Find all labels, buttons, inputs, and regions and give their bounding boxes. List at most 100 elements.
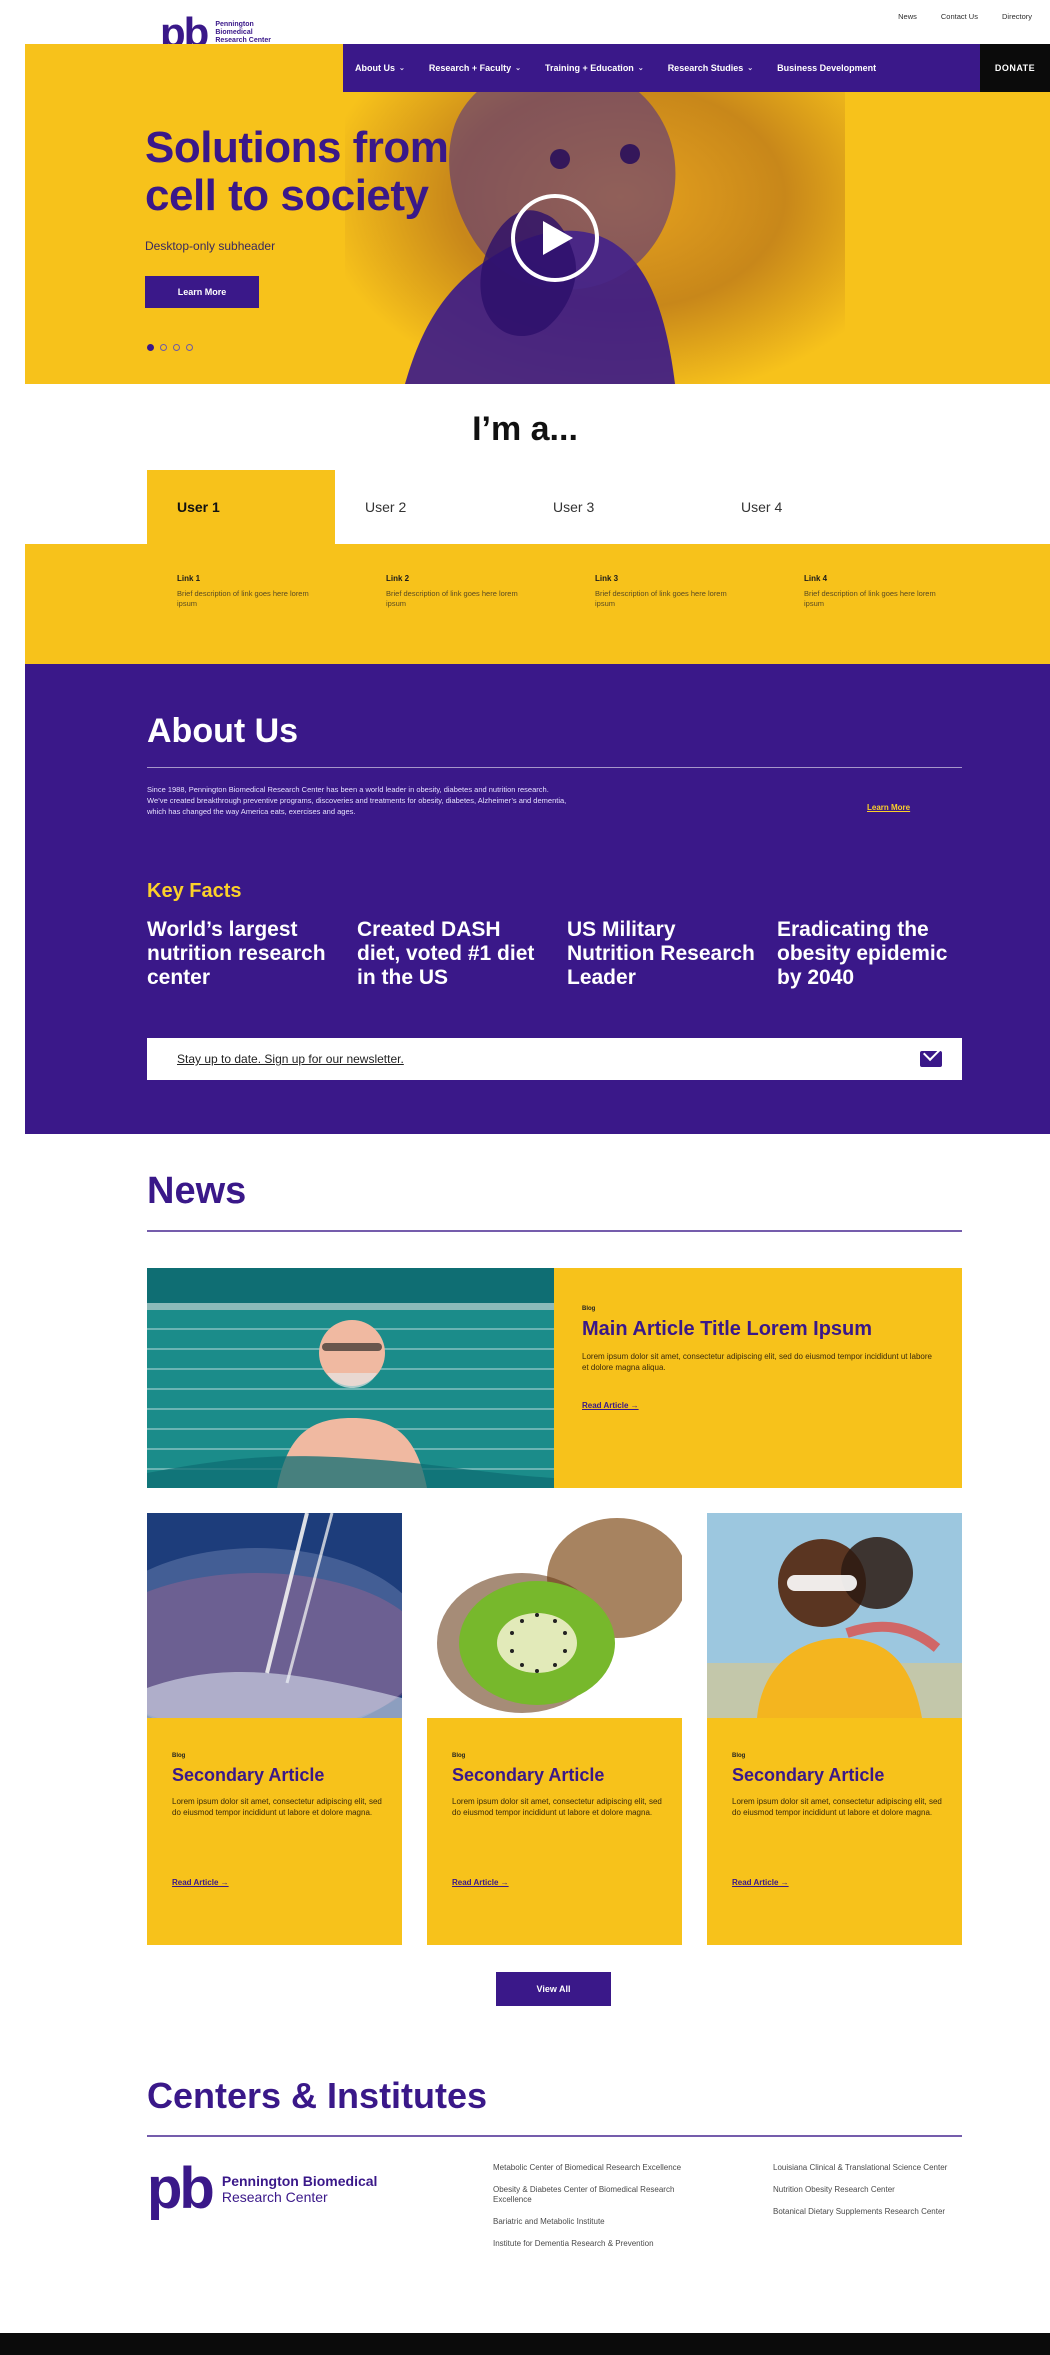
secondary-article-eyebrow: Blog (732, 1753, 746, 1759)
secondary-article-card[interactable]: Blog Secondary Article Lorem ipsum dolor… (427, 1513, 682, 1945)
primary-nav: About Us ⌄ Research + Faculty ⌄ Training +… (343, 44, 1050, 92)
center-link[interactable]: Botanical Dietary Supplements Research C… (773, 2207, 963, 2217)
donate-button[interactable]: DONATE (980, 44, 1050, 92)
utility-contact-link[interactable]: Contact Us (941, 12, 978, 21)
center-link[interactable]: Metabolic Center of Biomedical Research … (493, 2163, 683, 2173)
footer-bar (0, 2333, 1050, 2355)
nav-research-studies[interactable]: Research Studies ⌄ (656, 63, 765, 73)
secondary-article-image (427, 1513, 682, 1718)
carousel-dot-1[interactable] (147, 344, 154, 351)
user-link-2[interactable]: Link 2 Brief description of link goes he… (386, 574, 526, 609)
chevron-down-icon: ⌄ (637, 65, 644, 72)
nav-label: Business Development (777, 63, 877, 73)
about-learn-more-link[interactable]: Learn More (867, 803, 910, 812)
secondary-article-read-link[interactable]: Read Article → (452, 1878, 509, 1887)
main-article-card[interactable]: Blog Main Article Title Lorem Ipsum Lore… (147, 1268, 962, 1488)
center-link[interactable]: Bariatric and Metabolic Institute (493, 2217, 683, 2227)
hero-learn-more-button[interactable]: Learn More (145, 276, 259, 308)
secondary-article-card[interactable]: Blog Secondary Article Lorem ipsum dolor… (147, 1513, 402, 1945)
centers-divider (147, 2135, 962, 2137)
centers-brand-subtitle: Research Center (221, 2189, 328, 2205)
user-link-description: Brief description of link goes here lore… (386, 589, 518, 608)
carousel-dot-4[interactable] (186, 344, 193, 351)
key-fact: US Military Nutrition Research Leader (567, 918, 755, 989)
user-link-4[interactable]: Link 4 Brief description of link goes he… (804, 574, 944, 609)
play-icon (543, 221, 573, 255)
pb-logo-mark: pb (147, 2156, 215, 2221)
nav-training-education[interactable]: Training + Education ⌄ (533, 63, 656, 73)
centers-title: Centers & Institutes (147, 2075, 488, 2116)
user-tab-1[interactable]: User 1 (147, 470, 335, 544)
secondary-articles: Blog Secondary Article Lorem ipsum dolor… (147, 1513, 962, 1945)
secondary-article-card[interactable]: Blog Secondary Article Lorem ipsum dolor… (707, 1513, 962, 1945)
chevron-down-icon: ⌄ (747, 65, 754, 72)
video-play-button[interactable] (511, 194, 599, 282)
im-a-title: I’m a... (472, 410, 578, 448)
centers-brand-title: Pennington Biomedical (221, 2173, 378, 2189)
user-link-3[interactable]: Link 3 Brief description of link goes he… (595, 574, 735, 609)
chevron-down-icon: ⌄ (399, 65, 405, 72)
main-article-excerpt: Lorem ipsum dolor sit amet, consectetur … (582, 1352, 932, 1372)
key-fact: Created DASH diet, voted #1 diet in the … (357, 918, 535, 989)
hero-banner: Solutions from cell to society Desktop-o… (25, 44, 1050, 384)
secondary-article-read-link[interactable]: Read Article → (732, 1878, 789, 1887)
key-fact: World’s largest nutrition research cente… (147, 918, 326, 989)
about-title: About Us (147, 712, 299, 750)
secondary-article-text: Blog Secondary Article Lorem ipsum dolor… (452, 1753, 662, 1818)
user-link-title: Link 1 (177, 574, 201, 583)
secondary-article-title[interactable]: Secondary Article (172, 1765, 382, 1786)
secondary-article-image (707, 1513, 962, 1718)
nav-label: Research Studies (667, 63, 744, 73)
center-link[interactable]: Nutrition Obesity Research Center (773, 2185, 963, 2195)
utility-news-link[interactable]: News (898, 12, 917, 21)
about-body: Since 1988, Pennington Biomedical Resear… (147, 785, 567, 816)
user-link-title: Link 3 (595, 574, 619, 583)
chevron-down-icon: ⌄ (515, 65, 522, 72)
centers-brand-name: Pennington Biomedical Research Center (222, 2173, 378, 2205)
user-links-band: Link 1 Brief description of link goes he… (25, 544, 1050, 664)
nav-about-us[interactable]: About Us ⌄ (343, 63, 417, 73)
utility-links: News Contact Us Directory (898, 12, 1032, 21)
secondary-article-text: Blog Secondary Article Lorem ipsum dolor… (732, 1753, 942, 1818)
main-article-eyebrow: Blog (582, 1306, 596, 1312)
secondary-article-image (147, 1513, 402, 1738)
hero-subheader: Desktop-only subheader (145, 239, 276, 253)
user-tab-2[interactable]: User 2 (335, 470, 523, 544)
main-article-text: Blog Main Article Title Lorem Ipsum Lore… (582, 1306, 932, 1410)
newsletter-signup-link[interactable]: Stay up to date. Sign up for our newslet… (177, 1052, 404, 1066)
centers-links-col-2: Louisiana Clinical & Translational Scien… (773, 2163, 963, 2229)
secondary-article-eyebrow: Blog (452, 1753, 466, 1759)
nav-business-development[interactable]: Business Development (765, 63, 888, 73)
secondary-article-read-link[interactable]: Read Article → (172, 1878, 229, 1887)
secondary-article-excerpt: Lorem ipsum dolor sit amet, consectetur … (732, 1797, 942, 1817)
center-link[interactable]: Obesity & Diabetes Center of Biomedical … (493, 2185, 683, 2205)
carousel-dot-2[interactable] (160, 344, 167, 351)
nav-label: Training + Education (545, 63, 634, 73)
user-link-description: Brief description of link goes here lore… (804, 589, 936, 608)
center-link[interactable]: Institute for Dementia Research & Preven… (493, 2239, 683, 2249)
user-tab-4[interactable]: User 4 (711, 470, 899, 544)
secondary-article-title[interactable]: Secondary Article (452, 1765, 662, 1786)
nav-label: Research + Faculty (428, 63, 512, 73)
utility-directory-link[interactable]: Directory (1002, 12, 1032, 21)
mail-icon[interactable] (920, 1051, 942, 1067)
carousel-dots (147, 344, 193, 351)
main-article-title[interactable]: Main Article Title Lorem Ipsum (582, 1318, 932, 1341)
about-divider (147, 767, 962, 768)
main-article-image (147, 1268, 554, 1488)
newsletter-signup-bar[interactable]: Stay up to date. Sign up for our newslet… (147, 1038, 962, 1080)
center-link[interactable]: Louisiana Clinical & Translational Scien… (773, 2163, 963, 2173)
user-link-title: Link 4 (804, 574, 828, 583)
centers-brand-logo: pb Pennington Biomedical Research Center (147, 2156, 378, 2221)
carousel-dot-3[interactable] (173, 344, 180, 351)
secondary-article-title[interactable]: Secondary Article (732, 1765, 942, 1786)
user-tab-3[interactable]: User 3 (523, 470, 711, 544)
main-article-read-link[interactable]: Read Article → (582, 1401, 932, 1410)
user-link-description: Brief description of link goes here lore… (177, 589, 309, 608)
news-view-all-button[interactable]: View All (496, 1972, 611, 2006)
user-link-description: Brief description of link goes here lore… (595, 589, 727, 608)
hero-headline: Solutions from cell to society (145, 123, 449, 220)
user-link-1[interactable]: Link 1 Brief description of link goes he… (177, 574, 317, 609)
key-facts-title: Key Facts (147, 880, 242, 902)
nav-research-faculty[interactable]: Research + Faculty ⌄ (417, 63, 533, 73)
